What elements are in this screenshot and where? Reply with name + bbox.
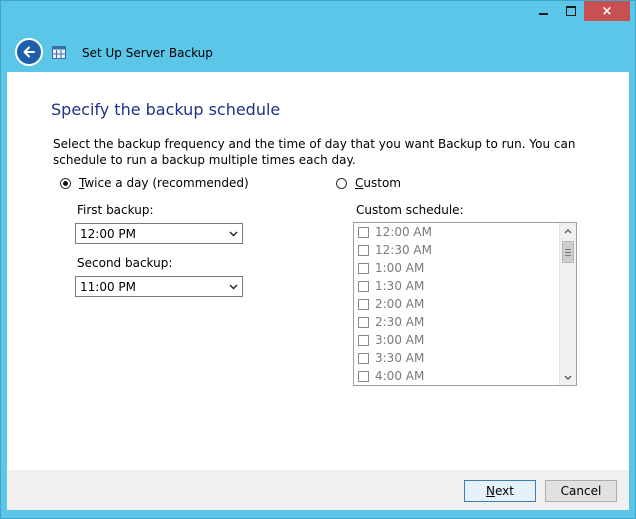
checkbox[interactable] [358,298,369,310]
list-item[interactable]: 2:00 AM [354,295,558,313]
custom-option[interactable]: Custom [336,176,401,190]
radio-selected-dot [63,180,68,186]
list-item[interactable]: 12:00 AM [354,223,558,241]
list-item[interactable]: 1:00 AM [354,259,558,277]
list-item-label: 3:00 AM [375,333,425,347]
close-icon: × [601,3,613,19]
scroll-up-icon [564,228,572,233]
custom-radio[interactable] [336,177,347,189]
first-backup-value: 12:00 PM [80,226,136,241]
list-item[interactable]: 4:00 AM [354,367,558,385]
page-heading: Specify the backup schedule [51,100,281,119]
list-item[interactable]: 2:30 AM [354,313,558,331]
twice-a-day-label: Twice a day (recommended) [79,176,249,190]
first-backup-select[interactable]: 12:00 PM [75,223,243,244]
second-backup-value: 11:00 PM [80,279,136,294]
custom-schedule-label: Custom schedule: [356,203,464,217]
checkbox[interactable] [358,334,369,346]
server-backup-icon [52,46,66,59]
checkbox[interactable] [358,226,369,238]
vertical-scrollbar[interactable] [559,223,576,385]
list-item-label: 1:30 AM [375,279,425,293]
content-panel: Specify the backup schedule Select the b… [7,72,629,470]
list-item-label: 2:00 AM [375,297,425,311]
chevron-down-icon [224,284,242,290]
next-button[interactable]: Next [464,480,536,502]
minimize-icon [539,13,548,15]
close-button[interactable]: × [584,1,630,21]
second-backup-select[interactable]: 11:00 PM [75,276,243,297]
checkbox[interactable] [358,244,369,256]
checkbox[interactable] [358,316,369,328]
list-item-label: 12:00 AM [375,225,432,239]
list-item[interactable]: 3:00 AM [354,331,558,349]
twice-a-day-option[interactable]: Twice a day (recommended) [60,176,249,190]
scroll-down-button[interactable] [560,369,576,385]
maximize-button[interactable] [557,1,584,21]
list-item[interactable]: 12:30 AM [354,241,558,259]
custom-schedule-items: 12:00 AM 12:30 AM 1:00 AM 1:30 AM 2:00 AM 2:3… [354,223,558,385]
custom-schedule-list[interactable]: 12:00 AM 12:30 AM 1:00 AM 1:30 AM 2:00 AM 2:3… [353,222,577,386]
checkbox[interactable] [358,280,369,292]
scroll-up-button[interactable] [560,223,576,239]
list-item-label: 4:00 AM [375,369,425,383]
back-arrow-icon [23,46,35,58]
custom-label: Custom [355,176,401,190]
list-item-label: 3:30 AM [375,351,425,365]
scroll-thumb[interactable] [562,241,574,263]
first-backup-label: First backup: [77,203,154,217]
checkbox[interactable] [358,262,369,274]
cancel-button[interactable]: Cancel [545,480,617,502]
page-description: Select the backup frequency and the time… [53,137,576,167]
list-item[interactable]: 1:30 AM [354,277,558,295]
wizard-footer: Next Cancel [7,470,629,510]
list-item[interactable]: 3:30 AM [354,349,558,367]
checkbox[interactable] [358,352,369,364]
minimize-button[interactable] [530,1,557,21]
scroll-down-icon [564,375,572,380]
list-item-label: 2:30 AM [375,315,425,329]
maximize-icon [565,6,576,16]
list-item-label: 1:00 AM [375,261,425,275]
list-item-label: 12:30 AM [375,243,432,257]
window-title: Set Up Server Backup [82,46,213,60]
twice-a-day-radio[interactable] [60,177,71,189]
chevron-down-icon [224,231,242,237]
back-button[interactable] [15,38,43,66]
second-backup-label: Second backup: [77,256,173,270]
checkbox[interactable] [358,370,369,382]
